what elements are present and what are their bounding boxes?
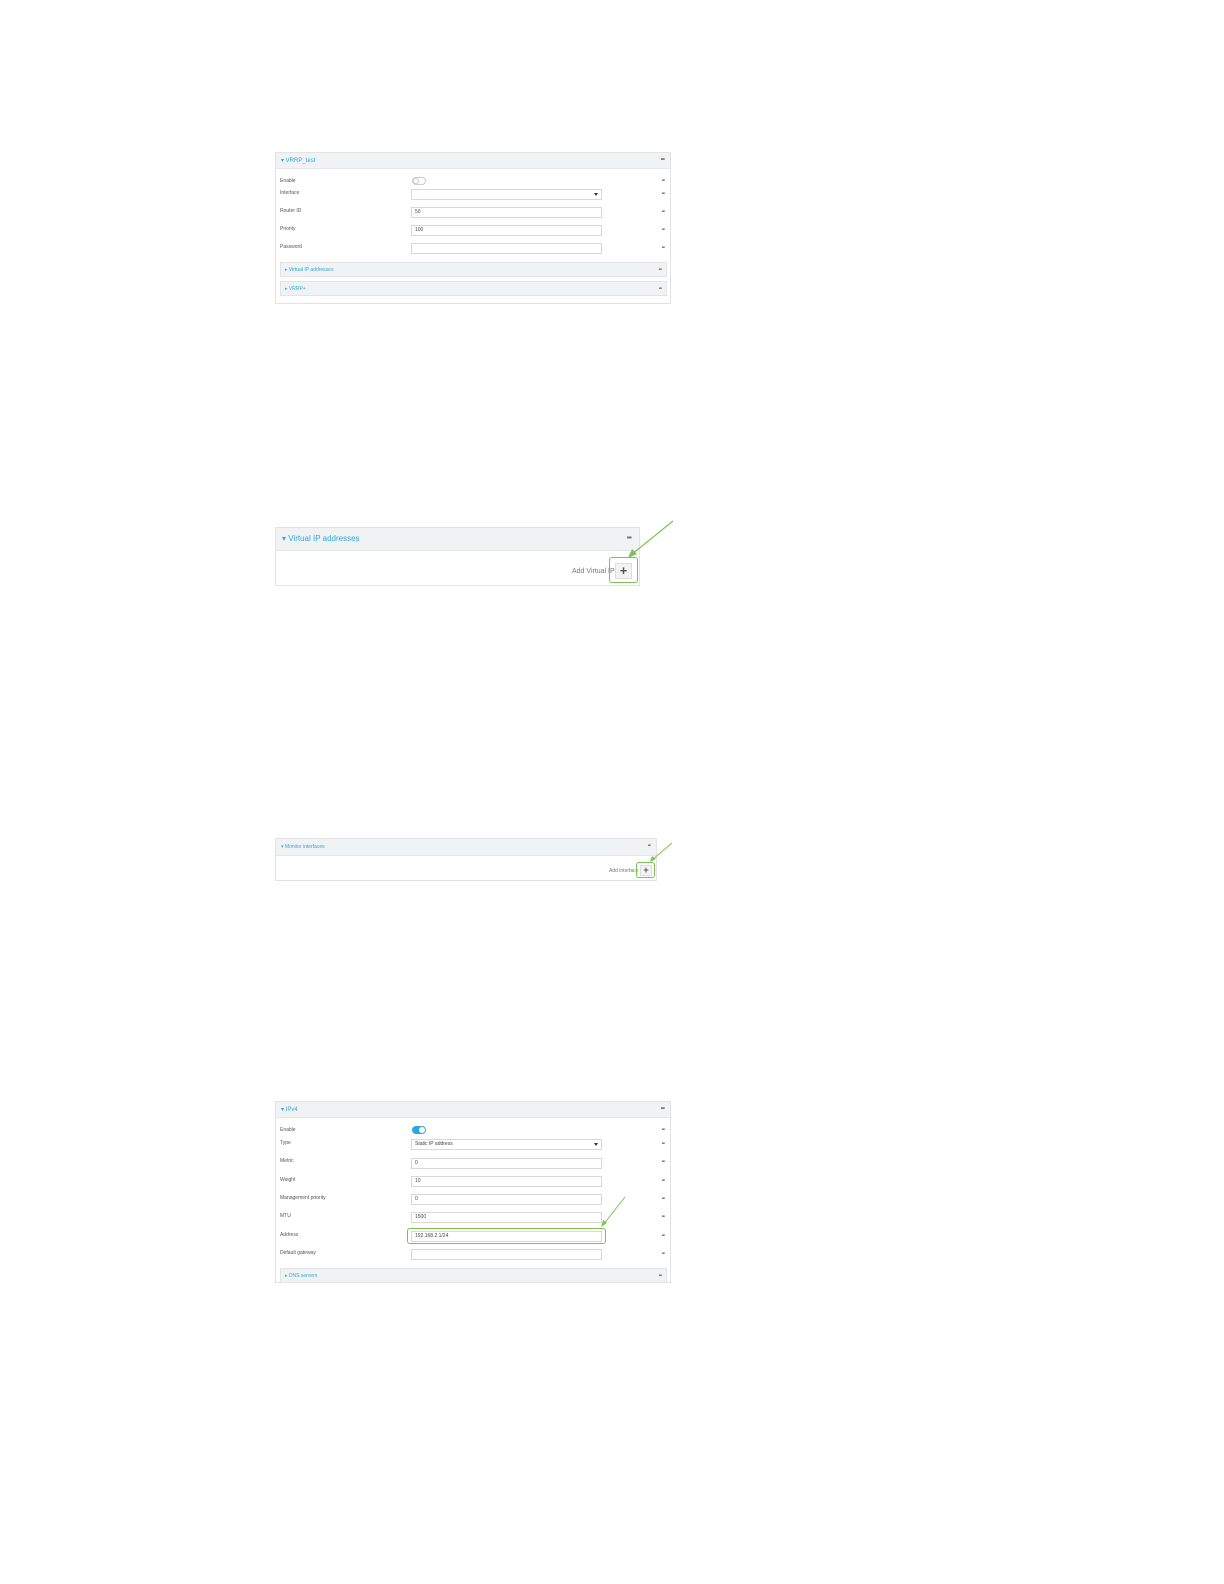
management-priority-label: Management priority xyxy=(280,1195,326,1201)
add-interface-label: Add interface xyxy=(609,868,639,874)
monitor-interfaces-panel-header[interactable]: ▾ Monitor interfaces ••• xyxy=(276,839,656,856)
virtual-ip-panel-title: ▾ Virtual IP addresses xyxy=(282,534,360,543)
monitor-interfaces-panel-title: ▾ Monitor interfaces xyxy=(281,844,325,850)
mtu-label: MTU xyxy=(280,1213,291,1219)
mtu-menu-icon[interactable]: ••• xyxy=(662,1215,665,1220)
virtual-ip-section-menu-icon[interactable]: ••• xyxy=(659,268,662,273)
enable-label: Enable xyxy=(280,178,296,184)
vrrp-panel: ▾ VRRP_test ••• Enable ••• Interface •••… xyxy=(275,152,671,304)
default-gateway-input[interactable] xyxy=(411,1249,602,1260)
management-priority-menu-icon[interactable]: ••• xyxy=(662,1197,665,1202)
callout-arrow-icon xyxy=(601,1196,626,1227)
callout-arrow-icon xyxy=(650,842,673,862)
vrrp-panel-title: ▾ VRRP_test xyxy=(281,158,316,164)
toggle-knob xyxy=(413,178,419,184)
ipv4-enable-menu-icon[interactable]: ••• xyxy=(662,1128,665,1133)
mtu-input[interactable]: 1500 xyxy=(411,1212,602,1223)
monitor-interfaces-panel: ▾ Monitor interfaces ••• Add interface + xyxy=(275,838,657,881)
router-id-label: Router ID xyxy=(280,208,302,214)
interface-select[interactable] xyxy=(411,189,602,200)
type-label: Type xyxy=(280,1140,291,1146)
interface-menu-icon[interactable]: ••• xyxy=(662,192,665,197)
vrrp-plus-section-menu-icon[interactable]: ••• xyxy=(659,287,662,292)
weight-input[interactable]: 10 xyxy=(411,1176,602,1187)
password-menu-icon[interactable]: ••• xyxy=(662,246,665,251)
ipv4-panel-title: ▾ IPv4 xyxy=(281,1107,298,1113)
management-priority-input[interactable]: 0 xyxy=(411,1194,602,1205)
address-highlight xyxy=(407,1228,606,1244)
router-id-input[interactable]: 50 xyxy=(411,207,602,218)
priority-label: Priority xyxy=(280,226,296,232)
ipv4-panel: ▾ IPv4 ••• Enable ••• Type Static IP add… xyxy=(275,1101,671,1283)
vrrp-plus-section-label: ▸ VRRP+ xyxy=(285,286,306,292)
priority-menu-icon[interactable]: ••• xyxy=(662,228,665,233)
metric-label: Metric xyxy=(280,1158,294,1164)
weight-menu-icon[interactable]: ••• xyxy=(662,1179,665,1184)
virtual-ip-panel: ▾ Virtual IP addresses ••• Add Virtual I… xyxy=(275,527,640,586)
dns-servers-section-label: ▸ DNS servers xyxy=(285,1273,318,1279)
type-select-value: Static IP address xyxy=(415,1141,453,1147)
vrrp-panel-header[interactable]: ▾ VRRP_test ••• xyxy=(276,153,670,169)
vrrp-plus-section[interactable]: ▸ VRRP+ ••• xyxy=(280,281,667,296)
enable-menu-icon[interactable]: ••• xyxy=(662,179,665,184)
ipv4-enable-label: Enable xyxy=(280,1127,296,1133)
toggle-knob xyxy=(419,1127,425,1133)
password-input[interactable] xyxy=(411,243,602,254)
chevron-down-icon xyxy=(594,1143,598,1146)
add-interface-highlight xyxy=(636,862,655,878)
virtual-ip-addresses-section[interactable]: ▸ Virtual IP addresses ••• xyxy=(280,262,667,277)
metric-menu-icon[interactable]: ••• xyxy=(662,1160,665,1165)
type-menu-icon[interactable]: ••• xyxy=(662,1142,665,1147)
ipv4-panel-menu-icon[interactable]: ••• xyxy=(661,1106,665,1112)
vrrp-panel-menu-icon[interactable]: ••• xyxy=(661,157,665,163)
address-menu-icon[interactable]: ••• xyxy=(662,1234,665,1239)
priority-input[interactable]: 100 xyxy=(411,225,602,236)
add-virtual-ip-highlight xyxy=(609,557,638,583)
ipv4-panel-header[interactable]: ▾ IPv4 ••• xyxy=(276,1102,670,1118)
enable-toggle[interactable] xyxy=(412,177,426,185)
password-label: Password xyxy=(280,244,302,250)
router-id-menu-icon[interactable]: ••• xyxy=(662,210,665,215)
default-gateway-menu-icon[interactable]: ••• xyxy=(662,1252,665,1257)
weight-label: Weight xyxy=(280,1177,296,1183)
virtual-ip-panel-header[interactable]: ▾ Virtual IP addresses ••• xyxy=(276,528,639,551)
metric-input[interactable]: 0 xyxy=(411,1158,602,1169)
interface-label: Interface xyxy=(280,190,300,196)
dns-servers-menu-icon[interactable]: ••• xyxy=(659,1274,662,1279)
ipv4-enable-toggle[interactable] xyxy=(412,1126,426,1134)
callout-arrow-icon xyxy=(628,520,674,558)
virtual-ip-addresses-section-label: ▸ Virtual IP addresses xyxy=(285,267,334,273)
chevron-down-icon xyxy=(594,193,598,196)
type-select[interactable]: Static IP address xyxy=(411,1139,602,1150)
dns-servers-section[interactable]: ▸ DNS servers ••• xyxy=(280,1268,667,1283)
default-gateway-label: Default gateway xyxy=(280,1250,316,1256)
address-label: Address xyxy=(280,1232,299,1238)
